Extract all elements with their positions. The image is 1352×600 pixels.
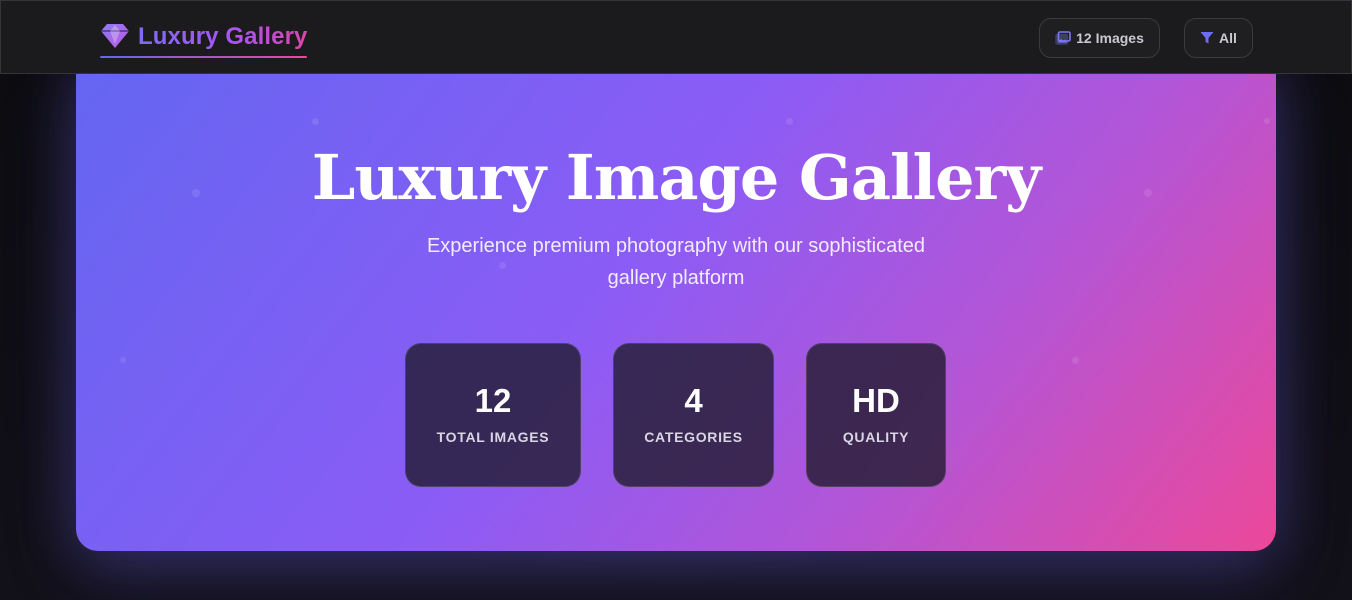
stat-label: TOTAL IMAGES [436, 429, 550, 445]
filter-icon [1200, 32, 1214, 44]
decorative-dot [312, 118, 319, 125]
hero-banner: Luxury Image Gallery Experience premium … [76, 52, 1276, 551]
brand-title: Luxury Gallery [138, 23, 308, 50]
brand-logo[interactable]: Luxury Gallery [100, 23, 308, 59]
hero-subtitle: Experience premium photography with our … [426, 235, 926, 289]
stat-card-quality: HD QUALITY [806, 343, 946, 487]
decorative-dot [1264, 118, 1270, 124]
decorative-dot [1072, 357, 1079, 364]
stat-card-total-images: 12 TOTAL IMAGES [405, 343, 581, 487]
filter-button[interactable]: All [1184, 18, 1253, 58]
images-count-button[interactable]: 12 Images [1039, 18, 1160, 58]
stat-value: 4 [684, 382, 703, 419]
decorative-dot [786, 118, 793, 125]
stat-label: CATEGORIES [644, 429, 743, 445]
stat-value: 12 [474, 382, 512, 419]
filter-label: All [1219, 30, 1237, 46]
images-count-label: 12 Images [1076, 30, 1144, 46]
images-icon [1055, 31, 1071, 45]
stat-card-categories: 4 CATEGORIES [613, 343, 774, 487]
stat-label: QUALITY [842, 429, 910, 445]
brand-underline [100, 56, 308, 58]
gem-icon [101, 24, 129, 48]
decorative-dot [120, 357, 126, 363]
stat-value: HD [852, 382, 900, 419]
top-header: Luxury Gallery 12 Images All [0, 0, 1352, 74]
hero-title: Luxury Image Gallery [311, 141, 1042, 214]
